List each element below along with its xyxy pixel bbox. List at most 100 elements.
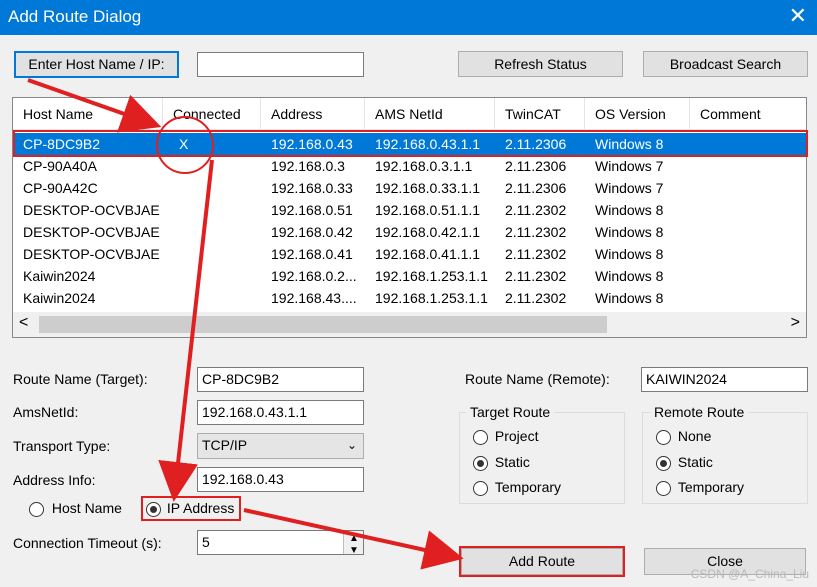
radio-temporary[interactable] xyxy=(656,480,671,496)
connection-timeout-value: 5 xyxy=(202,534,210,550)
window-title: Add Route Dialog xyxy=(8,7,142,26)
cell-address: 192.168.0.42 xyxy=(271,224,353,240)
table-row[interactable]: DESKTOP-OCVBJAE 192.168.0.51 192.168.0.5… xyxy=(13,199,806,221)
highlight-add-route xyxy=(459,546,625,577)
host-name-radio-label: Host Name xyxy=(51,500,122,516)
radio-project[interactable] xyxy=(473,429,488,445)
cell-ams-netid: 192.168.0.33.1.1 xyxy=(375,180,481,196)
cell-host: DESKTOP-OCVBJAE xyxy=(23,224,160,240)
radio-temporary[interactable] xyxy=(473,480,488,496)
target-route-option-temporary[interactable]: Temporary xyxy=(473,479,561,496)
transport-type-label: Transport Type: xyxy=(13,438,111,454)
target-route-option-static[interactable]: Static xyxy=(473,454,530,471)
cell-twincat: 2.11.2306 xyxy=(505,180,567,196)
highlight-ip-address xyxy=(141,496,241,521)
remote-route-option-temporary[interactable]: Temporary xyxy=(656,479,744,496)
cell-address: 192.168.0.51 xyxy=(271,202,353,218)
target-route-title: Target Route xyxy=(466,404,555,420)
cell-ams-netid: 192.168.0.42.1.1 xyxy=(375,224,481,240)
transport-type-select[interactable]: TCP/IP ⌄ xyxy=(197,433,364,459)
radio-host-name[interactable] xyxy=(29,501,44,517)
cell-host: CP-90A42C xyxy=(23,180,98,196)
table-row[interactable]: Kaiwin2024 192.168.43.... 192.168.1.253.… xyxy=(13,287,806,309)
cell-os: Windows 8 xyxy=(595,202,664,218)
remote-route-option-none[interactable]: None xyxy=(656,428,711,445)
refresh-status-button[interactable]: Refresh Status xyxy=(458,51,623,77)
column-ams-netid[interactable]: AMS NetId xyxy=(365,98,495,130)
enter-host-button[interactable]: Enter Host Name / IP: xyxy=(14,51,179,78)
cell-address: 192.168.43.... xyxy=(271,290,357,306)
connection-timeout-label: Connection Timeout (s): xyxy=(13,535,162,551)
host-name-radio-option[interactable]: Host Name xyxy=(29,500,122,517)
radio-static[interactable] xyxy=(473,455,488,471)
cell-host: CP-90A40A xyxy=(23,158,97,174)
cell-address: 192.168.0.2... xyxy=(271,268,357,284)
option-label: Static xyxy=(494,454,530,470)
close-icon[interactable]: ✕ xyxy=(789,3,807,29)
column-comment[interactable]: Comment xyxy=(690,98,806,130)
cell-os: Windows 7 xyxy=(595,180,664,196)
column-connected[interactable]: Connected xyxy=(163,98,261,130)
spin-down-icon[interactable]: ▼ xyxy=(349,541,359,560)
target-route-option-project[interactable]: Project xyxy=(473,428,538,445)
radio-static[interactable] xyxy=(656,455,671,471)
horizontal-scrollbar[interactable]: < > xyxy=(13,312,806,337)
cell-ams-netid: 192.168.1.253.1.1 xyxy=(375,290,488,306)
cell-os: Windows 7 xyxy=(595,158,664,174)
title-bar: Add Route Dialog ✕ xyxy=(0,0,817,35)
cell-twincat: 2.11.2306 xyxy=(505,158,567,174)
cell-os: Windows 8 xyxy=(595,246,664,262)
column-address[interactable]: Address xyxy=(261,98,365,130)
connection-timeout-input[interactable]: 5 ▲ ▼ xyxy=(197,530,364,556)
option-label: Temporary xyxy=(677,479,745,495)
address-info-input[interactable]: 192.168.0.43 xyxy=(197,467,364,492)
host-input[interactable] xyxy=(197,52,364,77)
route-name-target-input[interactable]: CP-8DC9B2 xyxy=(197,367,364,392)
watermark: CSDN @A_China_Liu xyxy=(690,567,809,581)
cell-os: Windows 8 xyxy=(595,224,664,240)
remote-route-option-static[interactable]: Static xyxy=(656,454,713,471)
scroll-right-icon[interactable]: > xyxy=(791,314,800,332)
route-name-remote-input[interactable]: KAIWIN2024 xyxy=(641,367,808,392)
cell-twincat: 2.11.2302 xyxy=(505,290,567,306)
option-label: Project xyxy=(494,428,539,444)
cell-host: DESKTOP-OCVBJAE xyxy=(23,202,160,218)
column-twincat[interactable]: TwinCAT xyxy=(495,98,585,130)
spin-buttons[interactable]: ▲ ▼ xyxy=(343,531,363,556)
column-os-version[interactable]: OS Version xyxy=(585,98,690,130)
highlight-selected-row xyxy=(13,130,808,157)
cell-twincat: 2.11.2302 xyxy=(505,202,567,218)
cell-address: 192.168.0.3 xyxy=(271,158,345,174)
cell-twincat: 2.11.2302 xyxy=(505,224,567,240)
cell-ams-netid: 192.168.0.3.1.1 xyxy=(375,158,473,174)
table-row[interactable]: DESKTOP-OCVBJAE 192.168.0.42 192.168.0.4… xyxy=(13,221,806,243)
cell-twincat: 2.11.2302 xyxy=(505,246,567,262)
cell-os: Windows 8 xyxy=(595,268,664,284)
route-name-target-label: Route Name (Target): xyxy=(13,371,148,387)
option-label: None xyxy=(677,428,712,444)
cell-os: Windows 8 xyxy=(595,290,664,306)
table-row[interactable]: CP-90A42C 192.168.0.33 192.168.0.33.1.1 … xyxy=(13,177,806,199)
scroll-left-icon[interactable]: < xyxy=(19,314,28,332)
table-row[interactable]: Kaiwin2024 192.168.0.2... 192.168.1.253.… xyxy=(13,265,806,287)
list-header: Host Name Connected Address AMS NetId Tw… xyxy=(13,98,806,130)
amsnetid-input[interactable]: 192.168.0.43.1.1 xyxy=(197,400,364,425)
address-info-label: Address Info: xyxy=(13,472,96,488)
radio-none[interactable] xyxy=(656,429,671,445)
table-row[interactable]: DESKTOP-OCVBJAE 192.168.0.41 192.168.0.4… xyxy=(13,243,806,265)
cell-address: 192.168.0.33 xyxy=(271,180,353,196)
cell-ams-netid: 192.168.0.51.1.1 xyxy=(375,202,481,218)
remote-route-title: Remote Route xyxy=(650,404,749,420)
cell-host: Kaiwin2024 xyxy=(23,268,96,284)
amsnetid-label: AmsNetId: xyxy=(13,404,79,420)
column-host-name[interactable]: Host Name xyxy=(13,98,163,130)
cell-ams-netid: 192.168.0.41.1.1 xyxy=(375,246,481,262)
broadcast-search-button[interactable]: Broadcast Search xyxy=(643,51,808,77)
option-label: Static xyxy=(677,454,713,470)
table-row[interactable]: CP-90A40A 192.168.0.3 192.168.0.3.1.1 2.… xyxy=(13,155,806,177)
chevron-down-icon: ⌄ xyxy=(346,438,357,452)
scrollbar-thumb[interactable] xyxy=(39,316,607,333)
cell-address: 192.168.0.41 xyxy=(271,246,353,262)
cell-host: Kaiwin2024 xyxy=(23,290,96,306)
cell-twincat: 2.11.2302 xyxy=(505,268,567,284)
